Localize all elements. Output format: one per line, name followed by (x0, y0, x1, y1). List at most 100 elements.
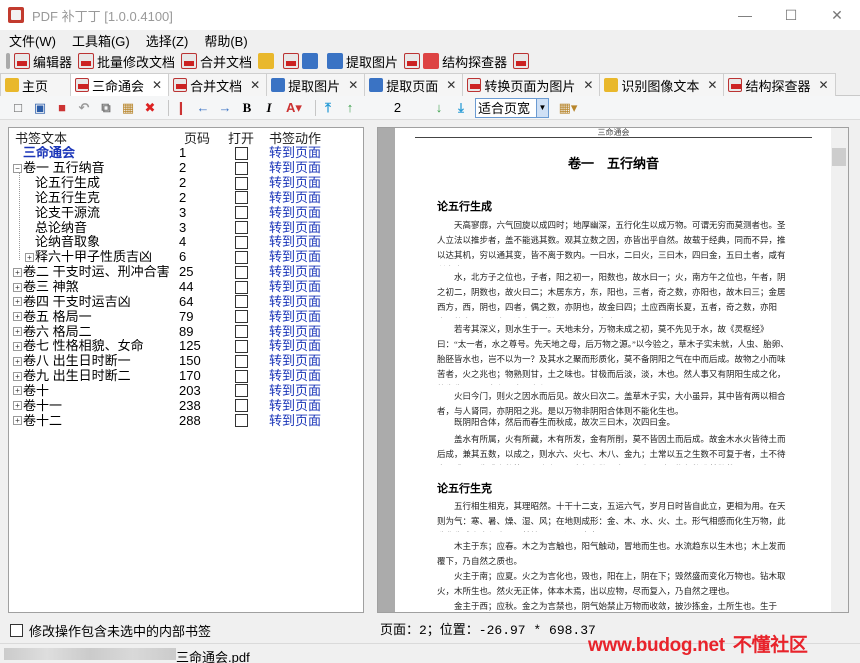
tab-structure-explorer[interactable]: 结构探查器 ✕ (723, 73, 836, 96)
bold-icon[interactable]: B (239, 100, 255, 116)
expand-icon[interactable]: + (13, 416, 22, 426)
bookmark-open-checkbox[interactable] (234, 265, 248, 279)
bookmark-action-cell[interactable]: 转到页面 (261, 383, 321, 398)
bookmark-row[interactable]: + 卷九 出生日时断二 170 转到页面 (9, 369, 363, 384)
bookmark-page-cell[interactable]: 2 (173, 176, 221, 190)
bookmark-open-checkbox[interactable] (234, 161, 248, 175)
bookmark-text-cell[interactable]: 总论纳音 (9, 221, 173, 235)
bookmark-action-cell[interactable]: 转到页面 (261, 265, 321, 279)
bookmark-page-cell[interactable]: 44 (173, 280, 221, 294)
delete-icon[interactable]: ✖ (142, 100, 158, 116)
close-button[interactable]: ✕ (814, 0, 860, 30)
bookmark-action-cell[interactable]: 转到页面 (261, 280, 321, 294)
previous-page-icon[interactable]: ↑ (342, 100, 358, 116)
bookmark-row[interactable]: + 卷三 神煞 44 转到页面 (9, 280, 363, 295)
bookmark-action-cell[interactable]: 转到页面 (261, 190, 321, 205)
bookmark-open-checkbox[interactable] (234, 354, 248, 368)
extract-pages-button[interactable] (283, 53, 321, 69)
expand-icon[interactable]: + (25, 252, 34, 262)
bookmark-action-cell[interactable]: 转到页面 (261, 294, 321, 309)
menu-tools[interactable]: 工具箱(G) (63, 31, 137, 50)
bookmark-open-checkbox[interactable] (234, 295, 248, 309)
tab-merge[interactable]: 合并文档 ✕ (168, 73, 268, 96)
merge-button[interactable]: 合并文档 (181, 52, 252, 71)
tab-ocr[interactable]: 识别图像文本 ✕ (599, 73, 725, 96)
bookmark-action-cell[interactable]: 转到页面 (261, 354, 321, 368)
column-header-open[interactable]: 打开 (221, 128, 261, 147)
bookmark-action-cell[interactable]: 转到页面 (261, 176, 321, 190)
bookmark-action-cell[interactable]: 转到页面 (261, 398, 321, 413)
zoom-select[interactable]: 适合页宽 ▼ (475, 97, 549, 118)
new-document-icon[interactable]: □ (10, 100, 26, 116)
bookmark-text-cell[interactable]: + 卷四 干支时运吉凶 (9, 295, 173, 309)
tab-close-icon[interactable]: ✕ (250, 78, 260, 92)
tab-close-icon[interactable]: ✕ (446, 78, 456, 92)
bookmark-open-checkbox[interactable] (234, 191, 248, 205)
bookmark-icon[interactable]: ❙ (173, 100, 189, 116)
bookmark-text-cell[interactable]: + 卷七 性格相貌、女命 (9, 339, 173, 353)
bookmark-open-checkbox[interactable] (234, 280, 248, 294)
bookmark-action-cell[interactable]: 转到页面 (261, 309, 321, 324)
bookmark-text-cell[interactable]: 论纳音取象 (9, 235, 173, 249)
menu-file[interactable]: 文件(W) (0, 31, 63, 50)
bookmark-page-cell[interactable]: 6 (173, 250, 221, 264)
bookmark-row[interactable]: + 卷二 干支时运、刑冲合害 25 转到页面 (9, 265, 363, 280)
bookmark-text-cell[interactable]: + 卷九 出生日时断二 (9, 369, 173, 383)
bookmark-open-checkbox[interactable] (234, 384, 248, 398)
bookmark-row[interactable]: + 卷四 干支时运吉凶 64 转到页面 (9, 294, 363, 309)
bookmark-text-cell[interactable]: 论支干源流 (9, 206, 173, 220)
bookmark-row[interactable]: + 释六十甲子性质吉凶 6 转到页面 (9, 250, 363, 265)
tab-close-icon[interactable]: ✕ (707, 78, 717, 92)
include-unselected-option[interactable]: 修改操作包含未选中的内部书签 (10, 621, 211, 640)
bookmark-open-checkbox[interactable] (234, 310, 248, 324)
expand-icon[interactable]: + (13, 371, 22, 381)
bookmark-open-checkbox[interactable] (234, 146, 248, 160)
expand-icon[interactable]: + (13, 401, 22, 411)
tab-home[interactable]: 主页 (0, 73, 72, 96)
structure-explorer-button[interactable]: 结构探查器 (404, 52, 507, 71)
expand-icon[interactable]: + (13, 341, 22, 351)
bookmark-row[interactable]: + 卷十 203 转到页面 (9, 383, 363, 399)
bookmark-text-cell[interactable]: + 卷六 格局二 (9, 325, 173, 339)
bookmark-open-checkbox[interactable] (234, 414, 248, 428)
bookmark-open-checkbox[interactable] (234, 221, 248, 235)
expand-icon[interactable]: + (13, 312, 22, 322)
bookmark-open-checkbox[interactable] (234, 176, 248, 190)
tab-close-icon[interactable]: ✕ (819, 78, 829, 92)
bookmark-open-checkbox[interactable] (234, 369, 248, 383)
bookmark-page-cell[interactable]: 2 (173, 190, 221, 205)
bookmark-row[interactable]: + 卷七 性格相貌、女命 125 转到页面 (9, 339, 363, 354)
expand-icon[interactable]: + (13, 267, 22, 277)
bookmark-row[interactable]: 总论纳音 3 转到页面 (9, 220, 363, 235)
batch-modify-button[interactable]: 批量修改文档 (78, 52, 175, 71)
arrow-right-icon[interactable]: → (217, 100, 233, 116)
bookmark-page-cell[interactable]: 125 (173, 339, 221, 353)
bookmark-row[interactable]: 论五行生克 2 转到页面 (9, 190, 363, 206)
bookmark-action-cell[interactable]: 转到页面 (261, 205, 321, 220)
tab-close-icon[interactable]: ✕ (348, 78, 358, 92)
bookmark-row[interactable]: + 卷八 出生日时断一 150 转到页面 (9, 354, 363, 369)
bookmark-text-cell[interactable]: 论五行生成 (9, 176, 173, 190)
bookmark-text-cell[interactable]: 三命通会 (9, 146, 173, 160)
menu-help[interactable]: 帮助(B) (195, 31, 254, 50)
bookmark-open-checkbox[interactable] (234, 339, 248, 353)
tab-sanmingtonghui[interactable]: 三命通会 ✕ (70, 73, 170, 96)
bookmark-action-cell[interactable]: 转到页面 (261, 146, 321, 160)
bookmark-action-cell[interactable]: 转到页面 (261, 324, 321, 339)
vertical-scrollbar[interactable] (831, 128, 848, 612)
copy-icon[interactable]: ⧉ (98, 100, 114, 116)
bookmark-text-cell[interactable]: + 卷十二 (9, 414, 173, 428)
bookmark-page-cell[interactable]: 203 (173, 383, 221, 398)
bookmark-page-cell[interactable]: 64 (173, 294, 221, 309)
maximize-button[interactable]: ☐ (768, 0, 814, 30)
bookmark-action-cell[interactable]: 转到页面 (261, 369, 321, 383)
bookmark-text-cell[interactable]: + 卷八 出生日时断一 (9, 354, 173, 368)
bookmark-text-cell[interactable]: + 卷十 (9, 384, 173, 398)
bookmark-page-cell[interactable]: 4 (173, 235, 221, 249)
bookmark-row[interactable]: − 卷一 五行纳音 2 转到页面 (9, 161, 363, 176)
split-button[interactable] (258, 53, 277, 69)
paste-icon[interactable]: ▦ (120, 100, 136, 116)
extract-images-button[interactable]: 提取图片 (327, 52, 398, 71)
bookmark-row[interactable]: + 卷六 格局二 89 转到页面 (9, 324, 363, 339)
bookmark-text-cell[interactable]: + 卷五 格局一 (9, 310, 173, 324)
